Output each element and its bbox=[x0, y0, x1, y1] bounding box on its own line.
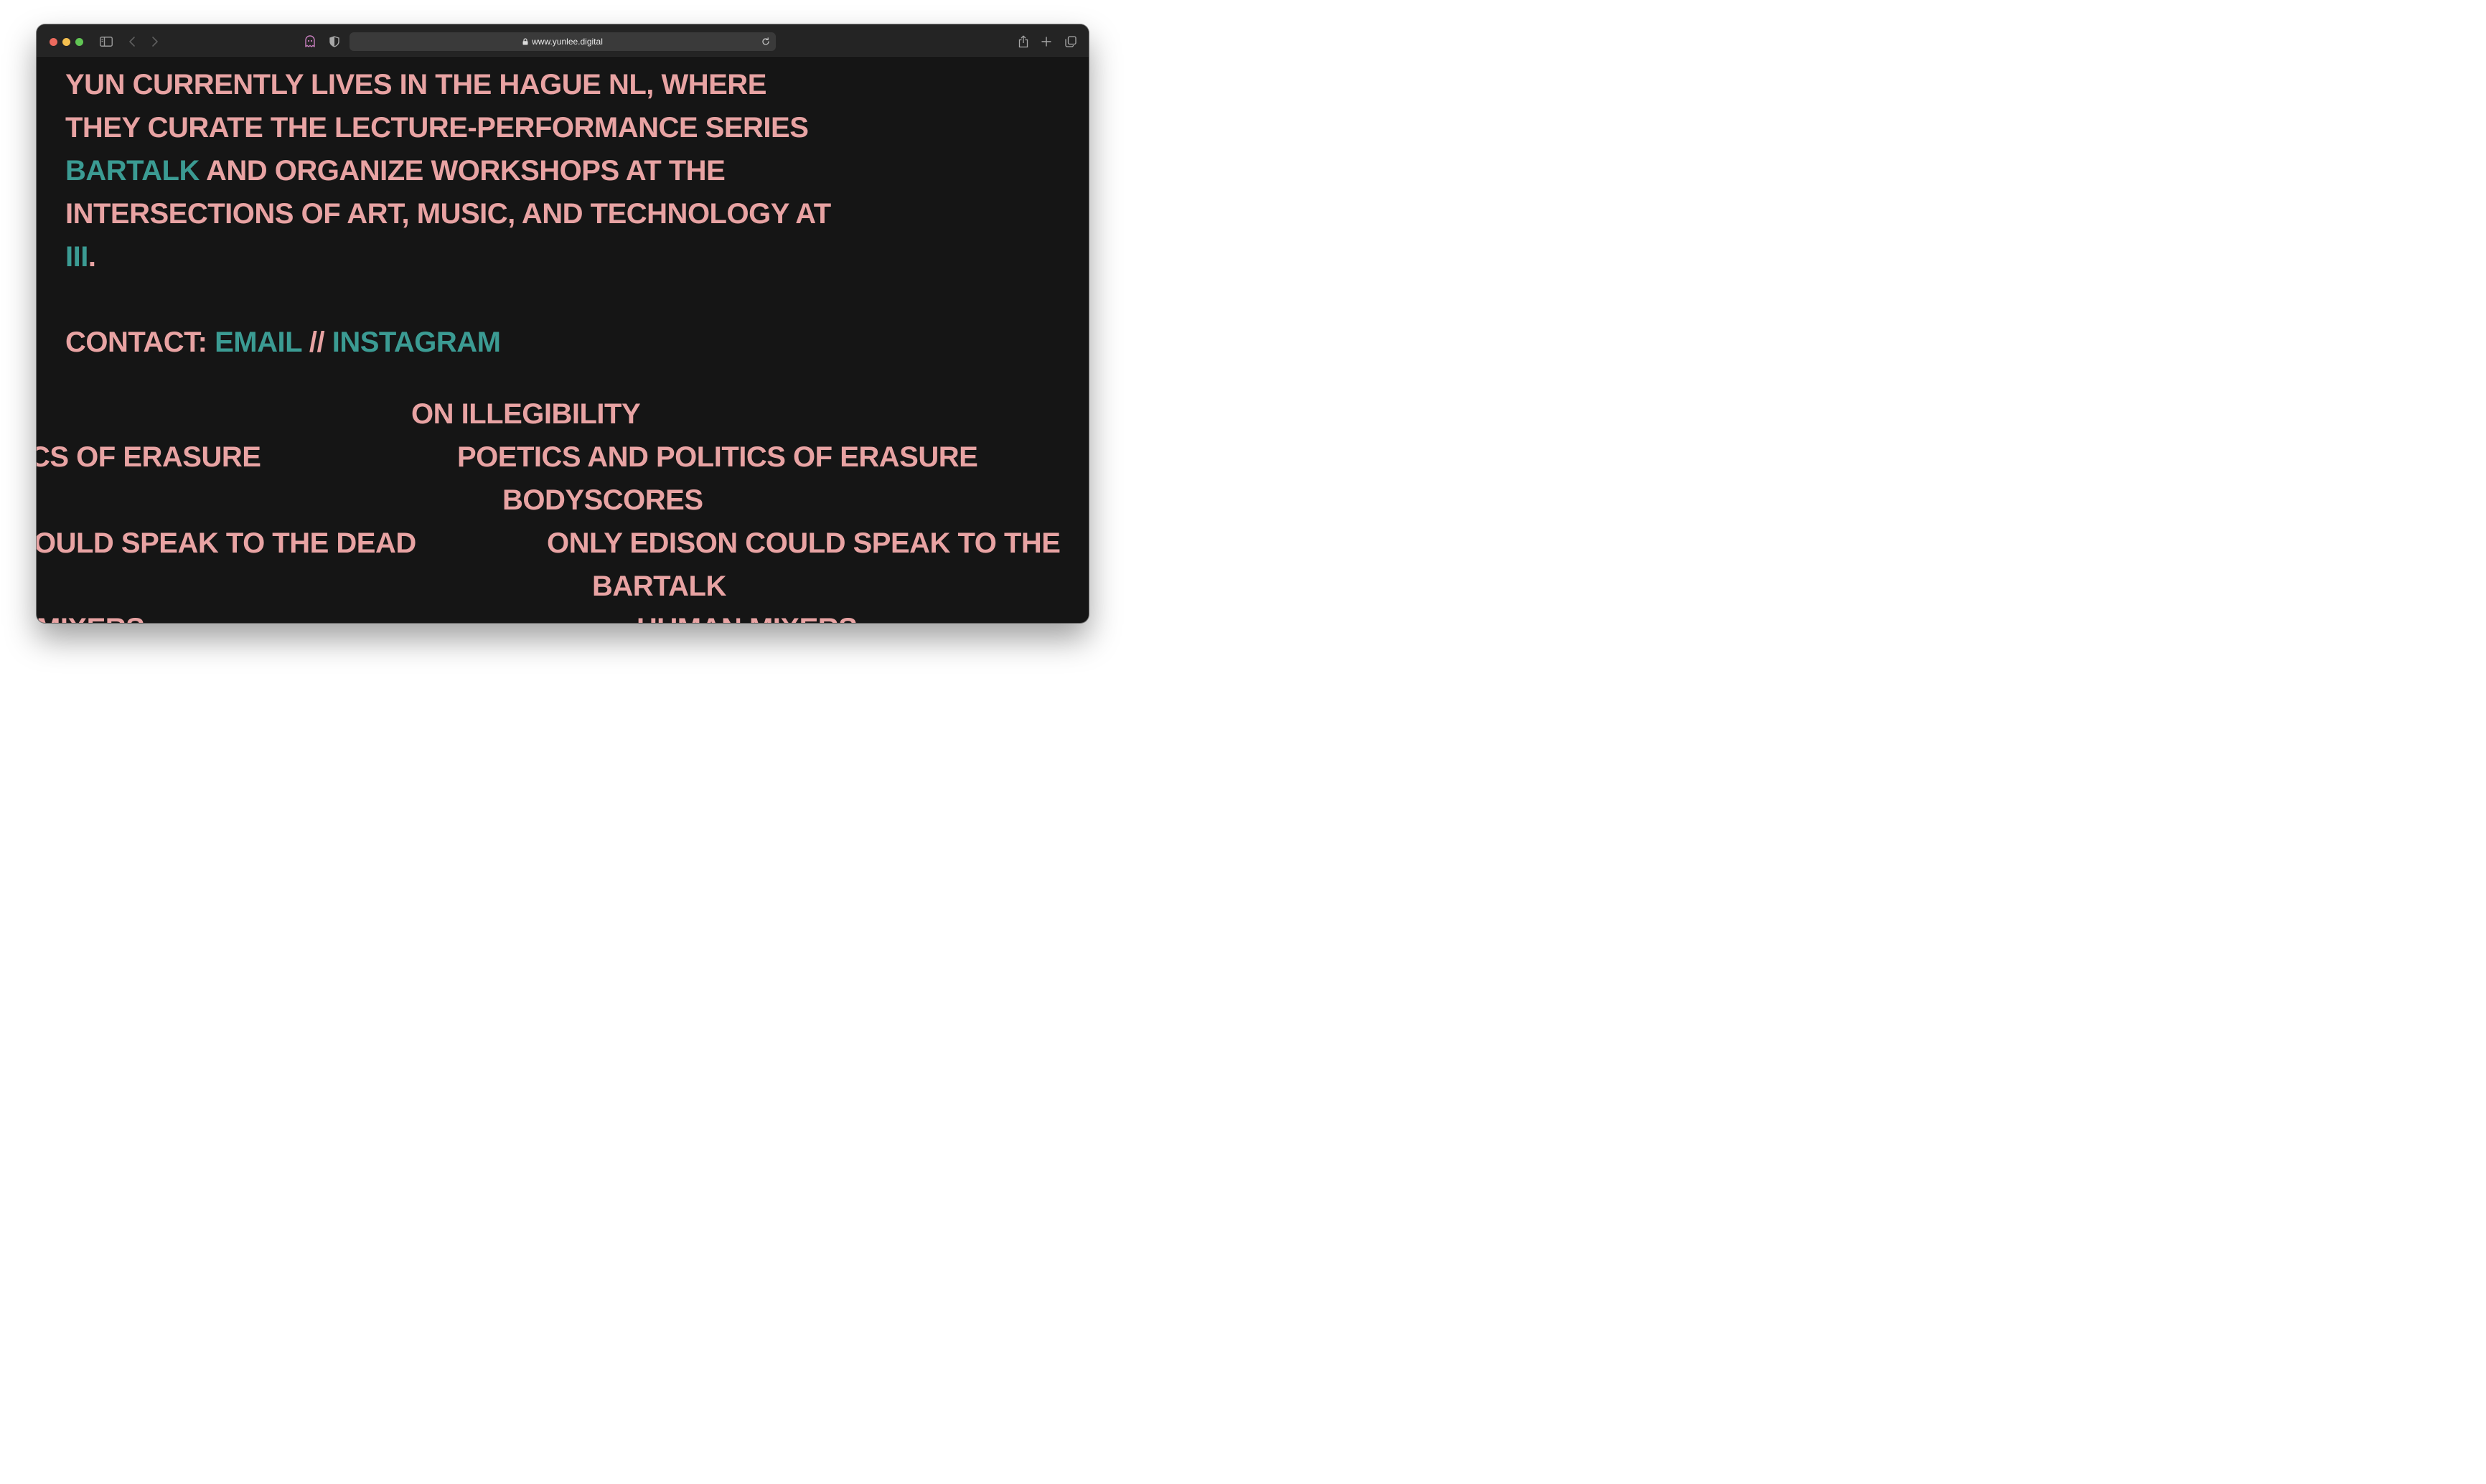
project-mixers-partial[interactable]: MIXERS bbox=[37, 612, 145, 623]
bio-line: BARTALK AND ORGANIZE WORKSHOPS AT THE bbox=[65, 154, 869, 197]
bio-line: YUN CURRENTLY LIVES IN THE HAGUE NL, WHE… bbox=[65, 69, 766, 100]
project-bodyscores[interactable]: BODYSCORES bbox=[502, 484, 703, 517]
project-on-illegibility[interactable]: ON ILLEGIBILITY bbox=[411, 398, 641, 431]
instagram-link[interactable]: INSTAGRAM bbox=[332, 327, 501, 358]
email-link[interactable]: EMAIL bbox=[215, 327, 302, 358]
contact-separator: // bbox=[301, 327, 332, 358]
bio-line: THEY CURATE THE LECTURE-PERFORMANCE SERI… bbox=[65, 112, 809, 144]
lock-icon bbox=[522, 38, 528, 45]
bio-line: III. bbox=[65, 240, 869, 283]
tab-overview-icon[interactable] bbox=[1063, 34, 1079, 50]
project-edison-partial[interactable]: OULD SPEAK TO THE DEAD bbox=[37, 527, 416, 560]
minimize-window-button[interactable] bbox=[62, 38, 70, 46]
bio-text: . bbox=[88, 241, 96, 273]
ghost-extension-icon[interactable] bbox=[302, 34, 318, 50]
contact-label: CONTACT: bbox=[65, 327, 215, 358]
bartalk-link[interactable]: BARTALK bbox=[65, 155, 200, 187]
bio-line: INTERSECTIONS OF ART, MUSIC, AND TECHNOL… bbox=[65, 198, 831, 230]
browser-window: www.yunlee.digital YUN CURRENTLY LIVES I… bbox=[37, 24, 1089, 623]
forward-icon[interactable] bbox=[147, 34, 163, 50]
bio-paragraph: YUN CURRENTLY LIVES IN THE HAGUE NL, WHE… bbox=[65, 68, 869, 283]
privacy-shield-icon[interactable] bbox=[327, 34, 342, 50]
project-only-edison-could-speak[interactable]: ONLY EDISON COULD SPEAK TO THE bbox=[547, 527, 1061, 560]
contact-line: CONTACT: EMAIL // INSTAGRAM bbox=[65, 326, 501, 359]
back-icon[interactable] bbox=[124, 34, 140, 50]
project-bartalk[interactable]: BARTALK bbox=[592, 570, 726, 603]
browser-toolbar: www.yunlee.digital bbox=[37, 24, 1089, 58]
new-tab-icon[interactable] bbox=[1038, 34, 1054, 50]
bio-text: AND ORGANIZE WORKSHOPS AT THE bbox=[199, 155, 726, 187]
project-erasure-partial[interactable]: CS OF ERASURE bbox=[37, 441, 261, 474]
reload-icon[interactable] bbox=[759, 35, 772, 48]
url-text: www.yunlee.digital bbox=[532, 37, 603, 47]
address-bar[interactable]: www.yunlee.digital bbox=[350, 32, 776, 51]
zoom-window-button[interactable] bbox=[75, 38, 83, 46]
sidebar-icon[interactable] bbox=[98, 34, 114, 50]
project-poetics-and-politics-of-erasure[interactable]: POETICS AND POLITICS OF ERASURE bbox=[457, 441, 978, 474]
iii-link[interactable]: III bbox=[65, 241, 88, 273]
close-window-button[interactable] bbox=[50, 38, 57, 46]
project-human-mixers[interactable]: HUMAN MIXERS bbox=[637, 612, 858, 623]
page-content: YUN CURRENTLY LIVES IN THE HAGUE NL, WHE… bbox=[37, 59, 1089, 623]
share-icon[interactable] bbox=[1015, 34, 1031, 50]
